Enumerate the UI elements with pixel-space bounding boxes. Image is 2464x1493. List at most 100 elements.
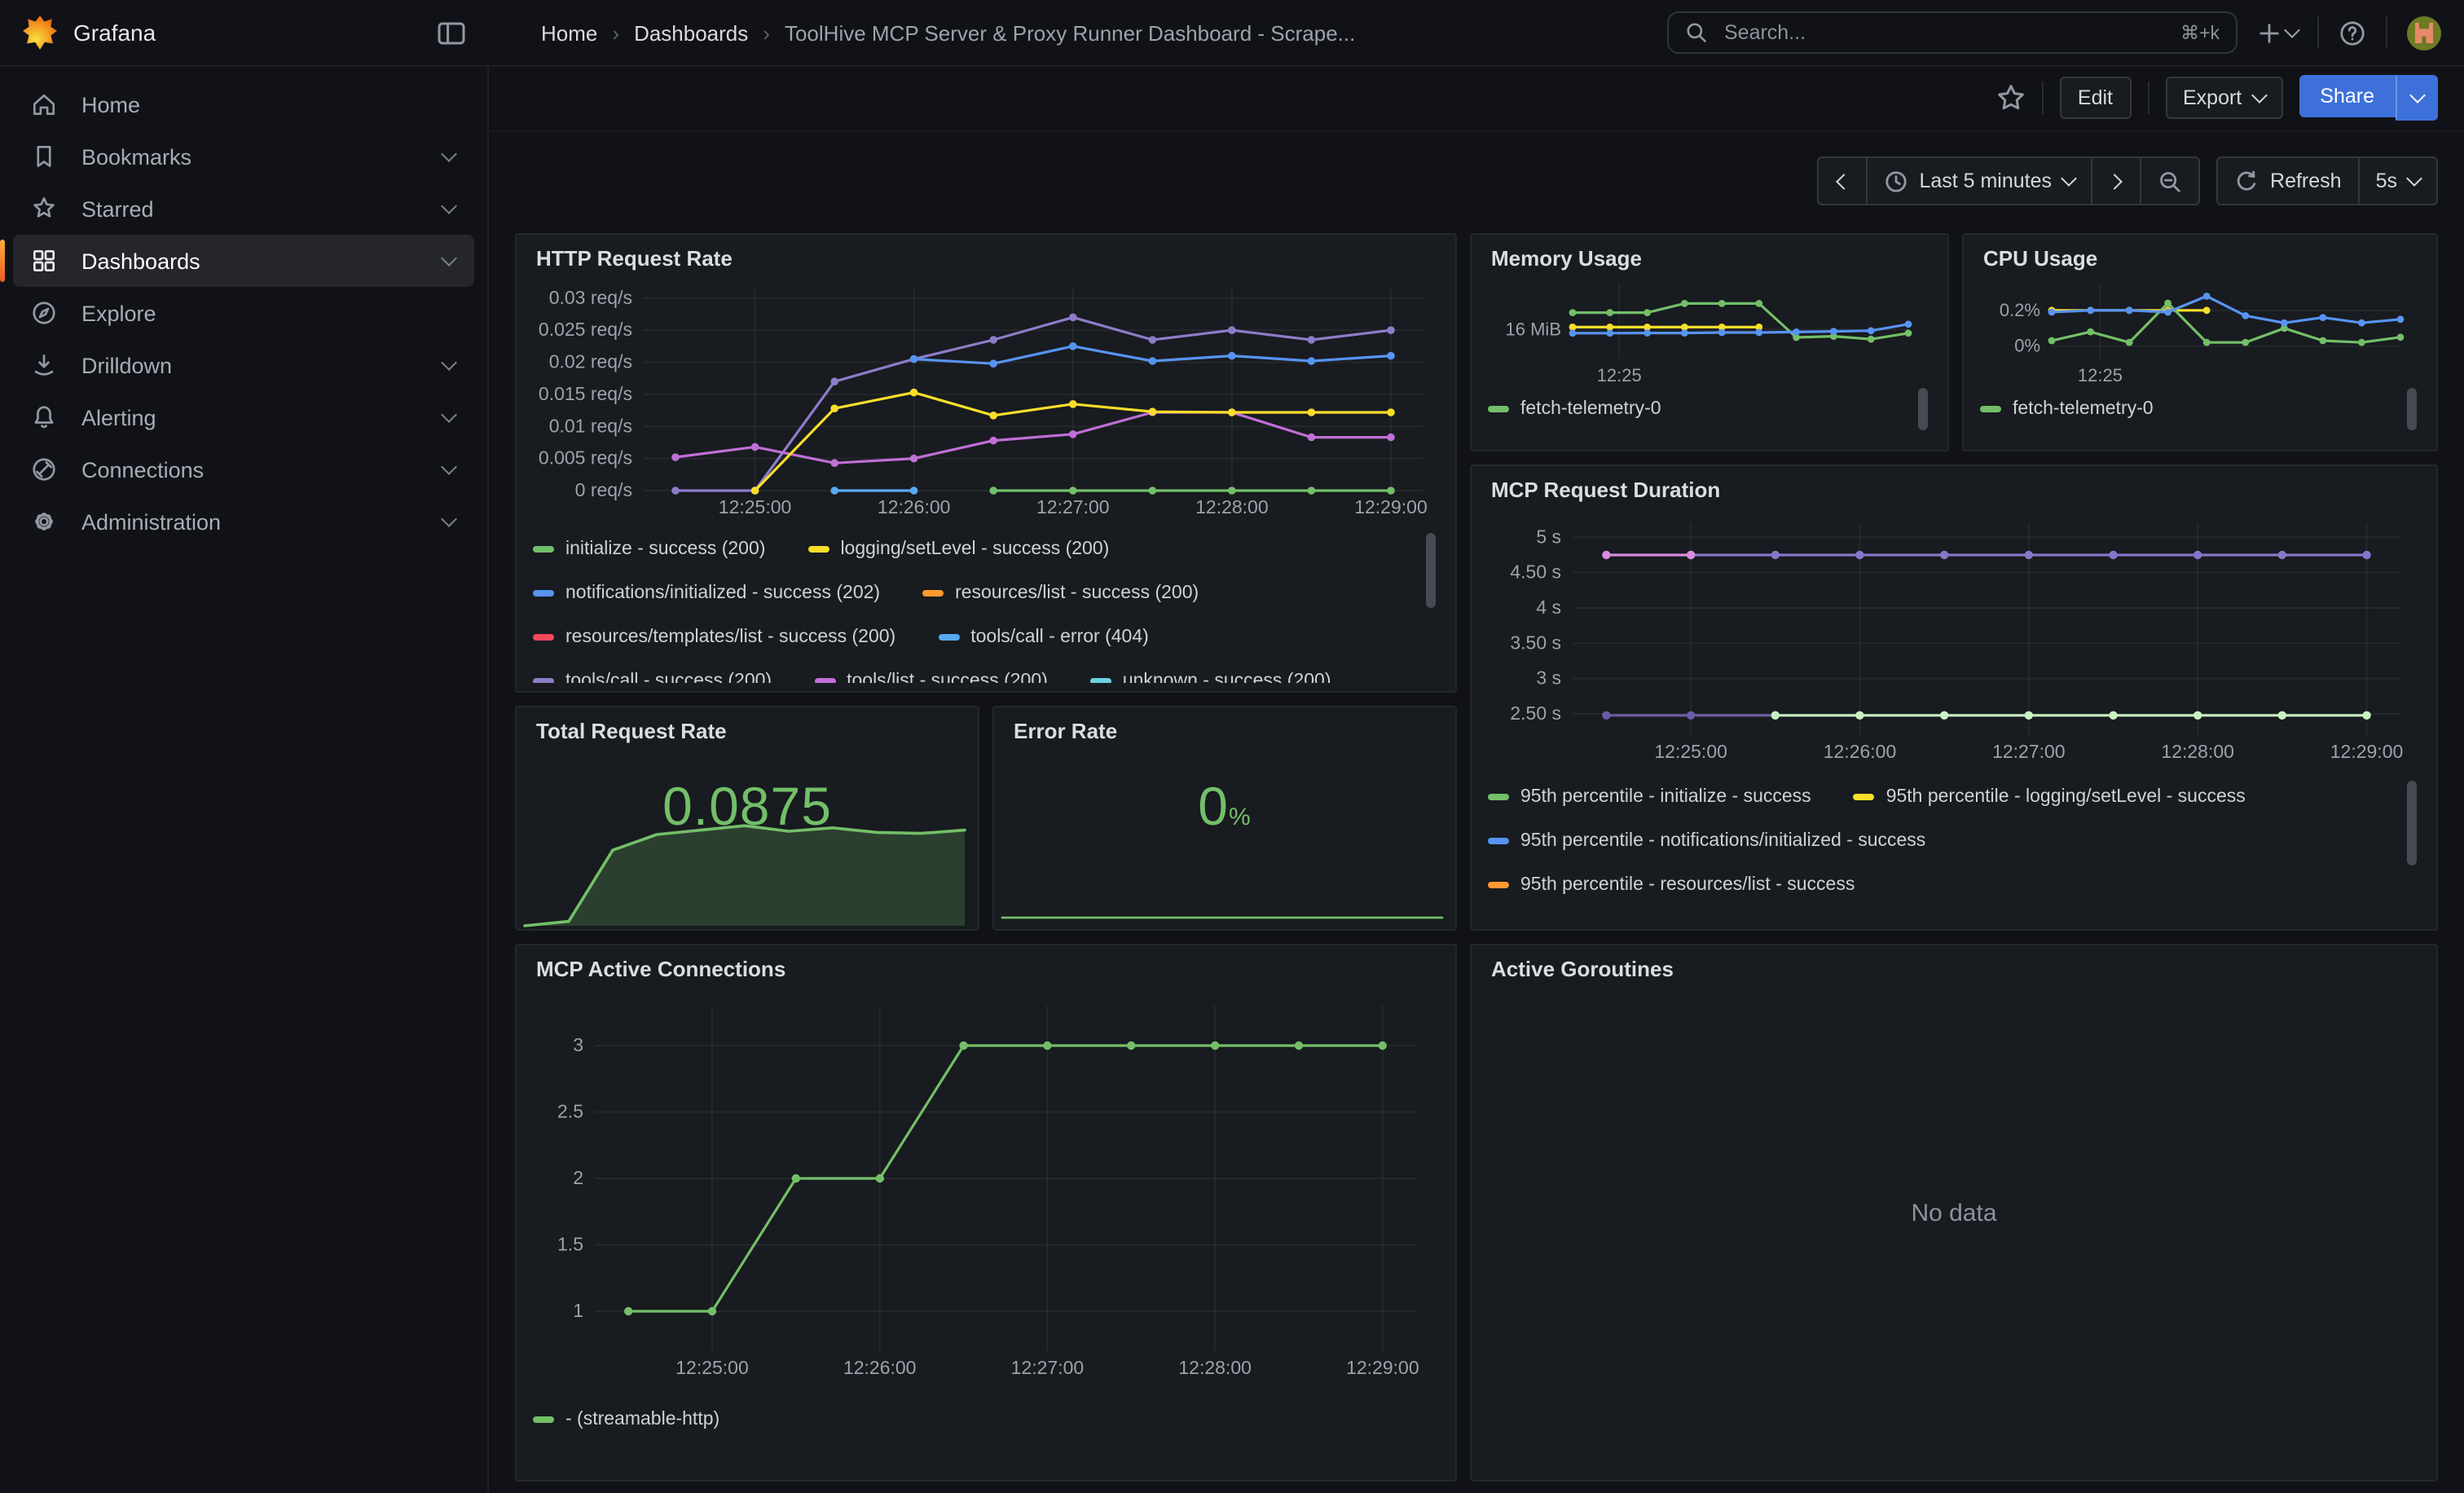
divider xyxy=(2317,16,2319,49)
refresh-icon xyxy=(2234,169,2259,193)
panel-title[interactable]: CPU Usage xyxy=(1964,235,2436,271)
question-icon xyxy=(2339,19,2366,46)
legend-item[interactable]: initialize - success (200) xyxy=(533,539,765,558)
legend-item[interactable]: fetch-telemetry-0 xyxy=(1980,399,2154,419)
edit-button[interactable]: Edit xyxy=(2060,77,2131,119)
svg-text:0.015 req/s: 0.015 req/s xyxy=(539,383,632,404)
breadcrumb-dashboards[interactable]: Dashboards xyxy=(634,20,748,45)
legend-item[interactable]: - (streamable-http) xyxy=(533,1409,719,1429)
legend-item[interactable]: 95th percentile - notifications/initiali… xyxy=(1488,830,1925,850)
sidebar-item-drilldown[interactable]: Drilldown xyxy=(13,339,474,391)
dashboard-content: Edit Export Share Last 5 minutes xyxy=(489,65,2464,1493)
breadcrumb-current: ToolHive MCP Server & Proxy Runner Dashb… xyxy=(785,20,1355,45)
panel-title[interactable]: MCP Active Connections xyxy=(517,945,1455,986)
zoom-out-button[interactable] xyxy=(2140,156,2200,205)
panel-title[interactable]: MCP Request Duration xyxy=(1472,466,2436,507)
divider xyxy=(2147,81,2149,114)
panel-memory-usage: Memory Usage 12:2516 MiB fetch-telemetry… xyxy=(1470,233,1949,451)
svg-text:12:27:00: 12:27:00 xyxy=(1036,496,1110,517)
legend-item[interactable]: tools/list - success (200) xyxy=(814,671,1048,683)
legend-item[interactable]: resources/list - success (200) xyxy=(922,583,1199,602)
legend-item[interactable]: fetch-telemetry-0 xyxy=(1488,399,1661,419)
panel-title[interactable]: Error Rate xyxy=(994,707,1455,748)
help-button[interactable] xyxy=(2339,19,2366,46)
sidebar-item-administration[interactable]: Administration xyxy=(13,495,474,548)
svg-text:12:27:00: 12:27:00 xyxy=(1992,741,2066,762)
share-menu-button[interactable] xyxy=(2396,75,2438,121)
legend-scrollbar-thumb[interactable] xyxy=(1918,388,1928,430)
sidebar-item-dashboards[interactable]: Dashboards xyxy=(13,235,474,287)
svg-text:0.025 req/s: 0.025 req/s xyxy=(539,319,632,340)
search-input[interactable]: ⌘+k xyxy=(1667,11,2237,54)
search-field[interactable] xyxy=(1721,20,2167,46)
svg-text:12:25:00: 12:25:00 xyxy=(675,1357,749,1378)
panel-title[interactable]: HTTP Request Rate xyxy=(517,235,1455,275)
cpu-usage-chart[interactable]: 12:250.2%0% xyxy=(1983,271,2420,385)
time-forward-button[interactable] xyxy=(2091,156,2140,205)
legend-item[interactable]: logging/setLevel - success (200) xyxy=(807,539,1109,558)
avatar[interactable] xyxy=(2407,15,2441,50)
legend-item[interactable]: 95th percentile - logging/setLevel - suc… xyxy=(1854,786,2246,806)
legend-swatch xyxy=(807,545,829,552)
sidebar-item-starred[interactable]: Starred xyxy=(13,183,474,235)
chevron-down-icon[interactable] xyxy=(441,146,457,162)
time-back-button[interactable] xyxy=(1816,156,1865,205)
sidebar-item-alerting[interactable]: Alerting xyxy=(13,391,474,443)
legend-item[interactable]: resources/templates/list - success (200) xyxy=(533,627,895,646)
refresh-group: Refresh 5s xyxy=(2216,156,2438,205)
chevron-down-icon[interactable] xyxy=(441,407,457,423)
time-range-picker[interactable]: Last 5 minutes xyxy=(1865,156,2091,205)
svg-text:1: 1 xyxy=(573,1300,583,1321)
chevron-down-icon[interactable] xyxy=(441,459,457,475)
stat-value: 0.0875 xyxy=(517,776,978,838)
share-button[interactable]: Share xyxy=(2299,75,2396,117)
svg-text:4.50 s: 4.50 s xyxy=(1510,562,1561,583)
chevron-right-icon xyxy=(2106,173,2123,189)
http-request-rate-chart[interactable]: 12:25:0012:26:0012:27:0012:28:0012:29:00… xyxy=(536,275,1439,523)
legend-item[interactable]: tools/call - success (200) xyxy=(533,671,772,683)
chevron-down-icon[interactable] xyxy=(441,355,457,371)
sidebar-item-explore[interactable]: Explore xyxy=(13,287,474,339)
mcp-request-duration-chart[interactable]: 12:25:0012:26:0012:27:0012:28:0012:29:00… xyxy=(1491,507,2420,771)
legend-swatch xyxy=(814,677,835,683)
chevron-down-icon[interactable] xyxy=(441,250,457,266)
grafana-app: Grafana Home › Dashboards › ToolHive MCP… xyxy=(0,0,2464,1493)
refresh-interval-picker[interactable]: 5s xyxy=(2358,156,2438,205)
sidebar-item-bookmarks[interactable]: Bookmarks xyxy=(13,130,474,183)
legend-item[interactable]: unknown - success (200) xyxy=(1090,671,1331,683)
legend-swatch xyxy=(533,545,554,552)
breadcrumb-home[interactable]: Home xyxy=(541,20,597,45)
chevron-down-icon xyxy=(2406,170,2422,187)
chevron-down-icon[interactable] xyxy=(441,511,457,527)
sidebar-item-home[interactable]: Home xyxy=(13,78,474,130)
legend-scrollbar-thumb[interactable] xyxy=(2407,388,2417,430)
memory-legend: fetch-telemetry-0 xyxy=(1488,388,1928,437)
svg-text:12:25: 12:25 xyxy=(1597,365,1642,385)
export-button[interactable]: Export xyxy=(2165,77,2282,119)
legend-scrollbar-thumb[interactable] xyxy=(2407,781,2417,865)
legend-item[interactable]: 95th percentile - initialize - success xyxy=(1488,786,1811,806)
panel-error-rate: Error Rate 0% xyxy=(992,706,1457,931)
panel-title[interactable]: Memory Usage xyxy=(1472,235,1947,271)
chevron-down-icon xyxy=(2251,87,2267,103)
legend-item[interactable]: 95th percentile - resources/list - succe… xyxy=(1488,874,1855,894)
refresh-button[interactable]: Refresh xyxy=(2216,156,2358,205)
brand-name: Grafana xyxy=(73,20,156,46)
svg-text:0.03 req/s: 0.03 req/s xyxy=(549,287,632,308)
chevron-down-icon[interactable] xyxy=(441,198,457,214)
grafana-logo-icon[interactable] xyxy=(23,15,57,50)
legend-swatch xyxy=(1488,881,1509,887)
legend-item[interactable]: tools/call - error (404) xyxy=(938,627,1149,646)
mcp-active-connections-chart[interactable]: 12:25:0012:26:0012:27:0012:28:0012:29:00… xyxy=(536,986,1439,1394)
svg-text:12:28:00: 12:28:00 xyxy=(1195,496,1269,517)
memory-usage-chart[interactable]: 12:2516 MiB xyxy=(1491,271,1928,385)
sidebar-item-connections[interactable]: Connections xyxy=(13,443,474,495)
panel-title[interactable]: Total Request Rate xyxy=(517,707,978,748)
add-new-button[interactable] xyxy=(2257,20,2298,45)
favorite-star-button[interactable] xyxy=(1996,83,2026,112)
legend-scrollbar-thumb[interactable] xyxy=(1426,533,1436,608)
toggle-sidebar-icon[interactable] xyxy=(437,19,466,46)
breadcrumb-separator: › xyxy=(763,20,770,45)
clock-icon xyxy=(1883,169,1907,193)
legend-item[interactable]: notifications/initialized - success (202… xyxy=(533,583,880,602)
